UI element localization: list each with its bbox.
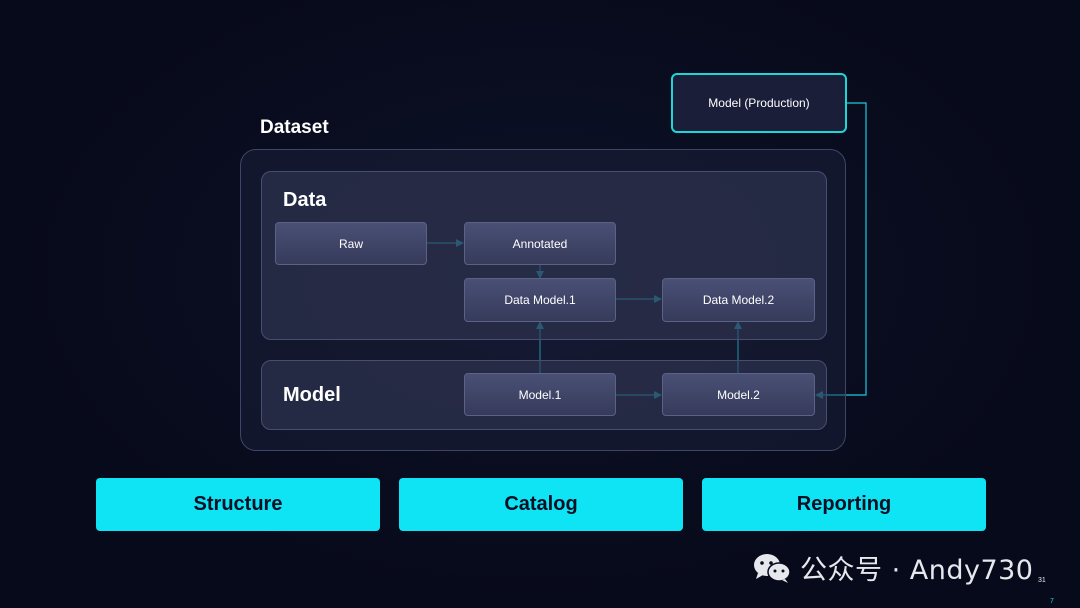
data-section-title: Data — [283, 189, 327, 211]
dataset-title: Dataset — [260, 117, 329, 138]
production-model-node[interactable]: Model (Production) — [671, 73, 847, 133]
slide: Model (Production) Dataset Data Raw Anno… — [0, 0, 1080, 608]
production-model-label: Model (Production) — [708, 96, 810, 110]
corner-mark: 7 — [1050, 598, 1054, 605]
catalog-button[interactable]: Catalog — [399, 478, 683, 531]
structure-button-label: Structure — [193, 493, 283, 515]
catalog-button-label: Catalog — [504, 493, 578, 515]
watermark-text: 公众号 · Andy730 — [800, 555, 1034, 586]
reporting-button-label: Reporting — [796, 493, 892, 515]
annotated-node-label: Annotated — [512, 236, 568, 251]
data-model-2-label: Data Model.2 — [702, 293, 775, 307]
structure-button[interactable]: Structure — [96, 478, 380, 531]
model-2-node[interactable]: Model.2 — [662, 373, 815, 416]
annotated-node[interactable]: Annotated — [464, 222, 616, 265]
raw-node-label: Raw — [338, 236, 363, 251]
watermark: 公众号 · Andy730 — [752, 548, 1033, 587]
model-section-title: Model — [283, 384, 341, 406]
data-model-1-node[interactable]: Data Model.1 — [464, 278, 616, 322]
model-2-label: Model.2 — [717, 387, 760, 402]
page-number: 31 — [1038, 577, 1046, 584]
reporting-button[interactable]: Reporting — [702, 478, 986, 531]
model-1-node[interactable]: Model.1 — [464, 373, 616, 416]
data-model-2-node[interactable]: Data Model.2 — [662, 278, 815, 322]
raw-node[interactable]: Raw — [275, 222, 427, 265]
wechat-icon — [754, 553, 791, 583]
model-1-label: Model.1 — [518, 387, 562, 402]
data-model-1-label: Data Model.1 — [504, 293, 576, 307]
